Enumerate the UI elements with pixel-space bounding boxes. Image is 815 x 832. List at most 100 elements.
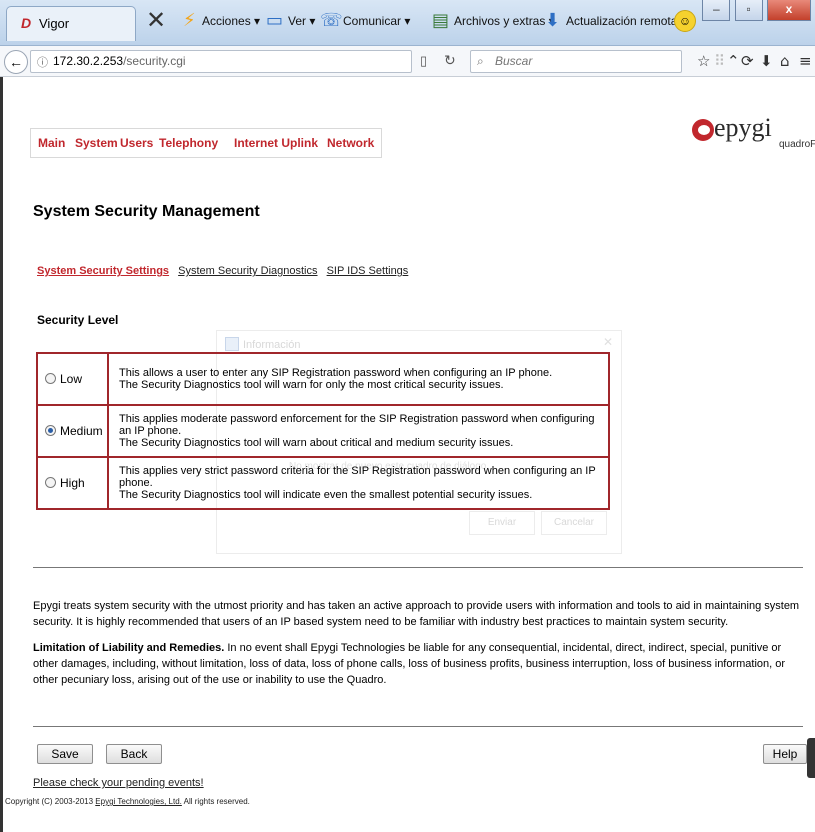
search-box[interactable]: ⌕ bbox=[470, 50, 682, 73]
dialog-send-button[interactable]: Enviar bbox=[469, 511, 535, 535]
info-paragraph: Epygi treats system security with the ut… bbox=[33, 600, 800, 628]
desc-low-line2: The Security Diagnostics tool will warn … bbox=[119, 379, 504, 391]
vigor-favicon-icon: D bbox=[21, 15, 32, 31]
home-icon[interactable]: ⌂ bbox=[780, 52, 790, 70]
minimize-button[interactable]: – bbox=[702, 0, 731, 21]
url-path: /security.cgi bbox=[123, 54, 186, 68]
chevron-down-icon: ▾ bbox=[404, 14, 411, 28]
desc-cell-high: This applies very strict password criter… bbox=[107, 456, 610, 510]
sub-navigation: System Security Settings System Security… bbox=[37, 265, 414, 277]
toolbar-actualizacion[interactable]: Actualización remota bbox=[566, 14, 677, 28]
browser-navbar: ← ⓘ 172.30.2.253/security.cgi ▯ ↻ ⌕ ☆ ⠿ … bbox=[0, 46, 815, 77]
left-edge-border bbox=[0, 77, 3, 832]
chevron-down-icon: ▾ bbox=[309, 14, 316, 28]
epygi-link[interactable]: Epygi Technologies, Ltd. bbox=[95, 797, 182, 806]
toolbar-acciones-label: Acciones bbox=[202, 14, 251, 28]
desc-medium-line2: The Security Diagnostics tool will warn … bbox=[119, 437, 514, 449]
copyright: Copyright (C) 2003-2013 Epygi Technologi… bbox=[5, 797, 250, 806]
reload-icon[interactable]: ↻ bbox=[444, 52, 456, 69]
logo-model: quadroFXO bbox=[779, 139, 815, 150]
menu-system[interactable]: System bbox=[75, 136, 118, 150]
browser-tab[interactable]: D Vigor bbox=[6, 6, 136, 41]
copyright-suffix: All rights reserved. bbox=[181, 797, 250, 806]
option-cell-high[interactable]: High bbox=[36, 456, 109, 510]
option-cell-low[interactable]: Low bbox=[36, 352, 109, 406]
bookmark-star-icon[interactable]: ☆ bbox=[697, 52, 710, 70]
menu-main[interactable]: Main bbox=[38, 136, 65, 150]
dialog-title: Información bbox=[243, 339, 301, 351]
divider-bottom bbox=[33, 726, 803, 727]
chevron-down-icon: ▾ bbox=[254, 14, 261, 28]
sync-icon[interactable]: ⟳ bbox=[741, 52, 754, 70]
pocket-icon[interactable]: ⌃ bbox=[727, 52, 740, 70]
option-label-medium: Medium bbox=[60, 424, 103, 438]
menu-internet-uplink[interactable]: Internet Uplink bbox=[234, 136, 318, 150]
search-input[interactable] bbox=[493, 53, 677, 69]
menu-telephony[interactable]: Telephony bbox=[159, 136, 218, 150]
dialog-info-icon bbox=[225, 337, 239, 351]
security-level-table: Low This allows a user to enter any SIP … bbox=[36, 352, 610, 510]
link-security-diagnostics[interactable]: System Security Diagnostics bbox=[178, 265, 317, 277]
window-controls: – ▫ x bbox=[701, 0, 811, 21]
security-row-high: High This applies very strict password c… bbox=[36, 456, 610, 510]
toolbar-actualizacion-label: Actualización remota bbox=[566, 14, 678, 28]
menu-icon[interactable]: ≡ bbox=[799, 52, 812, 70]
section-label: Security Level bbox=[37, 313, 119, 327]
desc-medium-line1: This applies moderate password enforceme… bbox=[119, 413, 595, 437]
link-sip-ids-settings[interactable]: SIP IDS Settings bbox=[327, 265, 409, 277]
radio-low[interactable] bbox=[45, 373, 56, 384]
desc-low-line1: This allows a user to enter any SIP Regi… bbox=[119, 367, 553, 379]
url-host: 172.30.2.253 bbox=[53, 54, 124, 68]
desc-cell-medium: This applies moderate password enforceme… bbox=[107, 404, 610, 458]
radio-medium[interactable] bbox=[45, 425, 56, 436]
close-window-button[interactable]: x bbox=[767, 0, 811, 21]
page-title: System Security Management bbox=[33, 203, 260, 220]
dialog-close-icon[interactable]: ✕ bbox=[603, 335, 613, 349]
help-button[interactable]: Help bbox=[763, 744, 807, 764]
main-menu: Main System Users Telephony Internet Upl… bbox=[30, 128, 382, 158]
back-button[interactable]: Back bbox=[106, 744, 162, 764]
info-icon[interactable]: ⓘ bbox=[37, 54, 48, 70]
menu-network[interactable]: Network bbox=[327, 136, 374, 150]
back-arrow-icon[interactable]: ← bbox=[4, 50, 28, 74]
phone-icon: ☏ bbox=[320, 10, 343, 31]
url-bar[interactable]: ⓘ 172.30.2.253/security.cgi bbox=[30, 50, 412, 73]
view-icon: ▭ bbox=[266, 10, 284, 31]
link-security-settings[interactable]: System Security Settings bbox=[37, 265, 169, 277]
epygi-logo-mark-icon bbox=[692, 119, 714, 141]
tab-title: Vigor bbox=[39, 16, 70, 31]
pending-events-link[interactable]: Please check your pending events! bbox=[33, 777, 204, 789]
logo-text: epygi bbox=[714, 113, 772, 142]
security-row-medium: Medium This applies moderate password en… bbox=[36, 404, 610, 458]
toolbar-archivos[interactable]: Archivos y extras ▾ bbox=[454, 14, 555, 28]
copyright-prefix: Copyright (C) 2003-2013 bbox=[5, 797, 96, 806]
desc-high-line1: This applies very strict password criter… bbox=[119, 465, 596, 489]
toolbar-ver[interactable]: Ver ▾ bbox=[288, 14, 315, 28]
liability-paragraph: Limitation of Liability and Remedies. In… bbox=[33, 640, 805, 688]
download-icon[interactable]: ⬇ bbox=[760, 52, 773, 70]
dialog-cancel-button[interactable]: Cancelar bbox=[541, 511, 607, 535]
reader-view-icon[interactable]: ▯ bbox=[420, 53, 427, 69]
radio-high[interactable] bbox=[45, 477, 56, 488]
toolbar-ver-label: Ver bbox=[288, 14, 307, 28]
grid-icon[interactable]: ⠿ bbox=[714, 52, 725, 70]
file-icon: ▤ bbox=[432, 10, 450, 31]
smiley-icon[interactable]: ☺ bbox=[674, 10, 696, 32]
download-arrow-icon: ⬇ bbox=[545, 10, 561, 31]
search-icon: ⌕ bbox=[477, 54, 484, 68]
toolbar-archivos-label: Archivos y extras bbox=[454, 14, 546, 28]
url-text: 172.30.2.253/security.cgi bbox=[53, 54, 186, 68]
toolbar-acciones[interactable]: Acciones ▾ bbox=[202, 14, 260, 28]
tab-close-icon[interactable]: ✕ bbox=[146, 6, 166, 34]
toolbar-comunicar[interactable]: Comunicar ▾ bbox=[343, 14, 410, 28]
maximize-button[interactable]: ▫ bbox=[734, 0, 763, 21]
browser-titlebar: D Vigor ✕ ⚡ Acciones ▾ ▭ Ver ▾ ☏ Comunic… bbox=[0, 0, 815, 46]
toolbar-comunicar-label: Comunicar bbox=[343, 14, 402, 28]
liability-heading: Limitation of Liability and Remedies. bbox=[33, 642, 225, 654]
save-button[interactable]: Save bbox=[37, 744, 93, 764]
option-cell-medium[interactable]: Medium bbox=[36, 404, 109, 458]
menu-users[interactable]: Users bbox=[120, 136, 153, 150]
divider-top bbox=[33, 567, 803, 568]
side-panel-handle[interactable] bbox=[807, 738, 815, 778]
option-label-high: High bbox=[60, 476, 85, 490]
